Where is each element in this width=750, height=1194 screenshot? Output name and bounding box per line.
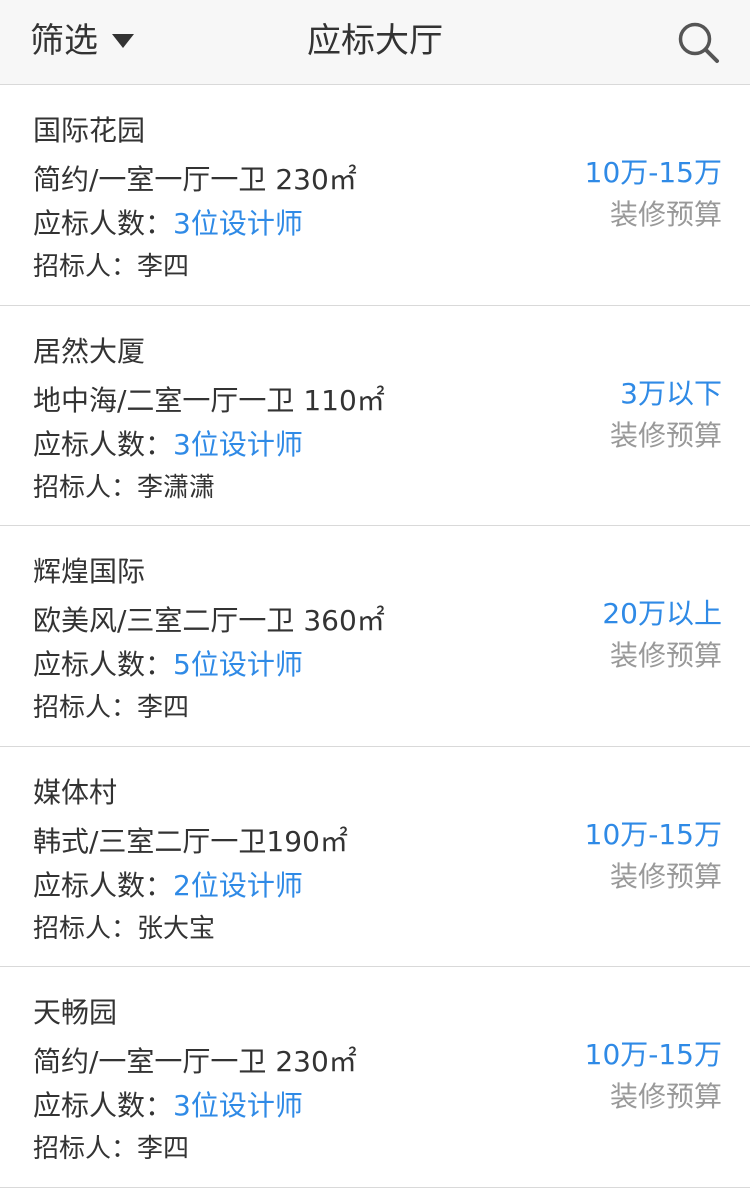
bidder-count-label: 应标人数：	[33, 648, 174, 681]
budget-label: 装修预算	[609, 639, 722, 672]
project-name: 媒体村	[33, 775, 118, 809]
budget-value: 10万-15万	[584, 817, 722, 851]
project-spec: 地中海/二室一厅一卫 110㎡	[33, 383, 385, 417]
bid-card[interactable]: 天畅园 简约/一室一厅一卫 230㎡ 应标人数：3位设计师 招标人：李四 10万…	[0, 967, 750, 1188]
budget-label: 装修预算	[609, 418, 722, 452]
bidder-count-label: 应标人数：	[33, 868, 174, 902]
bidder-count-label: 应标人数：	[33, 207, 174, 240]
budget-label: 装修预算	[609, 198, 722, 231]
bidder-count-value[interactable]: 5位设计师	[173, 648, 303, 681]
inviter: 招标人：李潇潇	[33, 472, 216, 503]
budget-value: 10万-15万	[584, 156, 722, 189]
bidder-count: 应标人数：3位设计师	[33, 427, 303, 463]
bidder-count: 应标人数：3位设计师	[33, 1088, 303, 1124]
project-spec: 简约/一室一厅一卫 230㎡	[33, 1045, 357, 1078]
search-button[interactable]	[676, 20, 722, 66]
inviter: 招标人：张大宝	[33, 913, 216, 944]
project-name: 居然大厦	[33, 334, 146, 368]
budget-label: 装修预算	[609, 1080, 722, 1113]
project-spec: 简约/一室一厅一卫 230㎡	[33, 163, 357, 196]
bid-list: 国际花园 简约/一室一厅一卫 230㎡ 应标人数：3位设计师 招标人：李四 10…	[0, 85, 750, 1188]
project-name: 辉煌国际	[33, 555, 146, 588]
budget-value: 3万以下	[620, 376, 722, 410]
inviter: 招标人：李四	[33, 693, 190, 723]
bid-card[interactable]: 居然大厦 地中海/二室一厅一卫 110㎡ 应标人数：3位设计师 招标人：李潇潇 …	[0, 306, 750, 526]
inviter: 招标人：李四	[33, 1134, 190, 1164]
bidder-count-value[interactable]: 2位设计师	[173, 869, 303, 902]
search-icon	[678, 22, 719, 63]
bidder-count-label: 应标人数：	[33, 427, 174, 461]
bidder-count: 应标人数：3位设计师	[33, 206, 303, 242]
project-name: 国际花园	[33, 114, 146, 147]
bid-card[interactable]: 国际花园 简约/一室一厅一卫 230㎡ 应标人数：3位设计师 招标人：李四 10…	[0, 85, 750, 306]
bid-card[interactable]: 媒体村 韩式/三室二厅一卫190㎡ 应标人数：2位设计师 招标人：张大宝 10万…	[0, 747, 750, 967]
project-spec: 韩式/三室二厅一卫190㎡	[33, 824, 348, 858]
budget-value: 10万-15万	[584, 1038, 722, 1071]
bid-card[interactable]: 辉煌国际 欧美风/三室二厅一卫 360㎡ 应标人数：5位设计师 招标人：李四 2…	[0, 526, 750, 747]
bidder-count-value[interactable]: 3位设计师	[173, 1089, 303, 1122]
filter-button[interactable]: 筛选	[30, 16, 134, 66]
filter-label: 筛选	[30, 21, 98, 61]
bidder-count: 应标人数：5位设计师	[33, 647, 303, 683]
project-name: 天畅园	[33, 996, 118, 1029]
bidder-count: 应标人数：2位设计师	[33, 868, 303, 904]
inviter: 招标人：李四	[33, 252, 190, 282]
project-spec: 欧美风/三室二厅一卫 360㎡	[33, 604, 385, 637]
bidder-count-value[interactable]: 3位设计师	[173, 207, 303, 240]
top-bar: 筛选 应标大厅	[0, 0, 750, 85]
bidder-count-value[interactable]: 3位设计师	[173, 428, 303, 461]
bidder-count-label: 应标人数：	[33, 1089, 174, 1122]
budget-value: 20万以上	[602, 597, 722, 630]
budget-label: 装修预算	[609, 859, 722, 893]
caret-down-icon	[112, 34, 134, 48]
